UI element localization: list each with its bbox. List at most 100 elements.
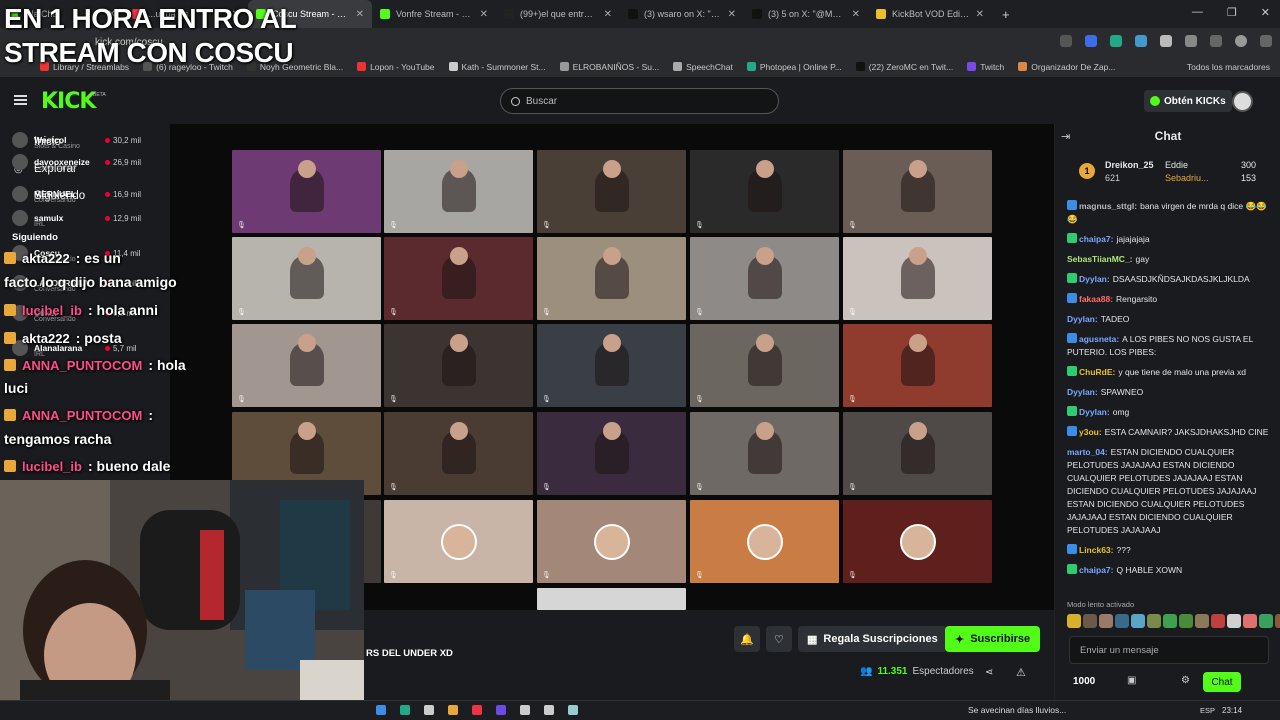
- bookmark-item[interactable]: (22) ZeroMC en Twit...: [855, 62, 953, 72]
- sidebar-channel[interactable]: davooxeneize 26,9 mil Conversando: [12, 154, 141, 172]
- new-tab-button[interactable]: +: [992, 7, 1020, 22]
- get-kicks-button[interactable]: Obtén KICKs: [1144, 90, 1232, 112]
- sidebar-channel[interactable]: Westcol 30,2 mil Slots & Casino: [12, 132, 141, 150]
- taskbar-app-icon[interactable]: [376, 705, 386, 715]
- search-box[interactable]: [500, 88, 779, 114]
- bookmark-item[interactable]: Twitch: [967, 62, 1004, 72]
- close-window-icon[interactable]: ✕: [1261, 6, 1270, 19]
- emote-icon[interactable]: [1195, 614, 1209, 628]
- sidebar-channel[interactable]: MERNUEL 16,9 mil Conversando: [12, 186, 141, 204]
- emote-icon[interactable]: [1099, 614, 1113, 628]
- chat-username[interactable]: chaipa7:: [1079, 565, 1114, 575]
- chat-username[interactable]: chaipa7:: [1079, 234, 1114, 244]
- participant-tile[interactable]: 🎙: [232, 324, 381, 407]
- bell-icon[interactable]: 🔔: [734, 626, 760, 652]
- chat-username[interactable]: Dyylan:: [1067, 314, 1098, 324]
- gear-icon[interactable]: ⚙: [1181, 675, 1190, 686]
- taskbar-app-icon[interactable]: [520, 705, 530, 715]
- media-icon[interactable]: [1210, 35, 1222, 47]
- participant-tile[interactable]: 🎙: [843, 412, 992, 495]
- participant-tile[interactable]: 🎙: [537, 150, 686, 233]
- participant-tile[interactable]: 🎙: [537, 412, 686, 495]
- browser-tab[interactable]: (99+)el que entro al d ✕: [496, 0, 620, 28]
- chat-message-input[interactable]: [1069, 636, 1269, 664]
- gift-subscriptions-button[interactable]: ▦ Regala Suscripciones: [798, 626, 947, 652]
- emote-icon[interactable]: [1083, 614, 1097, 628]
- chat-username[interactable]: y3ou:: [1079, 427, 1102, 437]
- chat-username[interactable]: marto_04:: [1067, 447, 1108, 457]
- search-input[interactable]: [526, 95, 756, 107]
- browser-tab[interactable]: (3) 5 on X: "@Martinp ✕: [744, 0, 868, 28]
- bookmark-item[interactable]: Kath - Summoner St...: [448, 62, 546, 72]
- participant-tile[interactable]: 🎙: [232, 150, 381, 233]
- emote-icon[interactable]: [1211, 614, 1225, 628]
- emote-icon[interactable]: [1243, 614, 1257, 628]
- bookmark-item[interactable]: SpeechChat: [673, 62, 733, 72]
- taskbar-app-icon[interactable]: [400, 705, 410, 715]
- sidebar-channel[interactable]: samulx 12,9 mil IRL: [12, 210, 141, 228]
- participant-tile[interactable]: 🎙: [690, 412, 839, 495]
- kebab-menu-icon[interactable]: [1260, 35, 1272, 47]
- participant-tile[interactable]: 🎙: [690, 150, 839, 233]
- extension-icon[interactable]: [1085, 35, 1097, 47]
- extension-icon[interactable]: [1160, 35, 1172, 47]
- all-bookmarks[interactable]: Todos los marcadores: [1187, 62, 1270, 72]
- star-icon[interactable]: [1060, 35, 1072, 47]
- extension-icon[interactable]: [1135, 35, 1147, 47]
- warning-icon[interactable]: ⚠: [1016, 666, 1026, 679]
- emote-icon[interactable]: [1067, 614, 1081, 628]
- chat-username[interactable]: Dyylan:: [1079, 274, 1110, 284]
- emote-icon[interactable]: [1227, 614, 1241, 628]
- participant-tile[interactable]: 🎙: [843, 500, 992, 583]
- close-icon[interactable]: ✕: [480, 9, 488, 20]
- follow-heart-icon[interactable]: ♡: [766, 626, 792, 652]
- close-icon[interactable]: ✕: [976, 9, 984, 20]
- participant-tile[interactable]: 🎙: [384, 324, 533, 407]
- participant-tile[interactable]: 🎙: [384, 150, 533, 233]
- taskbar-app-icon[interactable]: [568, 705, 578, 715]
- kick-logo[interactable]: KICK: [41, 89, 96, 114]
- taskbar-app-icon[interactable]: [544, 705, 554, 715]
- participant-tile[interactable]: 🎙: [843, 150, 992, 233]
- close-icon[interactable]: ✕: [852, 9, 860, 20]
- emote-icon[interactable]: [1259, 614, 1273, 628]
- close-icon[interactable]: ✕: [728, 9, 736, 20]
- close-icon[interactable]: ✕: [604, 9, 612, 20]
- participant-tile[interactable]: 🎙: [690, 500, 839, 583]
- emote-icon[interactable]: [1275, 614, 1280, 628]
- chat-username[interactable]: SebasTiianMC_:: [1067, 254, 1133, 264]
- clock[interactable]: 23:14: [1222, 706, 1242, 715]
- participant-tile[interactable]: 🎙: [537, 237, 686, 320]
- profile-icon[interactable]: [1235, 35, 1247, 47]
- chat-username[interactable]: Dyylan:: [1067, 387, 1098, 397]
- subscribe-button[interactable]: ✦ Suscribirse: [945, 626, 1041, 652]
- chat-username[interactable]: ChuRdE:: [1079, 367, 1115, 377]
- share-icon[interactable]: ⋖: [985, 667, 993, 678]
- weather-status[interactable]: Se avecinan días lluvios...: [968, 705, 1066, 715]
- participant-tile[interactable]: 🎙: [690, 324, 839, 407]
- maximize-icon[interactable]: ❐: [1227, 6, 1237, 19]
- close-icon[interactable]: ✕: [356, 9, 364, 20]
- chat-send-button[interactable]: Chat: [1203, 672, 1241, 692]
- browser-tab[interactable]: (3) wsaro on X: "@cent ✕: [620, 0, 744, 28]
- minimize-icon[interactable]: —: [1192, 6, 1203, 19]
- emote-icon[interactable]: [1115, 614, 1129, 628]
- participant-tile[interactable]: 🎙: [843, 237, 992, 320]
- keyboard-language[interactable]: ESP: [1200, 706, 1215, 715]
- chat-username[interactable]: fakaa88:: [1079, 294, 1113, 304]
- participant-tile[interactable]: 🎙: [384, 237, 533, 320]
- taskbar-app-icon[interactable]: [472, 705, 482, 715]
- bookmark-item[interactable]: ELROBANIÑOS - Su...: [559, 62, 659, 72]
- browser-tab[interactable]: Vonfre Stream - Wa ✕: [372, 0, 496, 28]
- puzzle-icon[interactable]: [1185, 35, 1197, 47]
- hamburger-menu-icon[interactable]: [14, 95, 27, 105]
- emote-icon[interactable]: [1147, 614, 1161, 628]
- participant-tile[interactable]: [537, 588, 686, 610]
- taskbar-app-icon[interactable]: [448, 705, 458, 715]
- chat-username[interactable]: agusneta:: [1079, 334, 1119, 344]
- chat-username[interactable]: Linck63:: [1079, 545, 1114, 555]
- avatar[interactable]: [1232, 91, 1253, 112]
- kicks-balance[interactable]: 1000: [1073, 676, 1095, 687]
- browser-tab[interactable]: KickBot VOD Editor ✕: [868, 0, 992, 28]
- taskbar-app-icon[interactable]: [424, 705, 434, 715]
